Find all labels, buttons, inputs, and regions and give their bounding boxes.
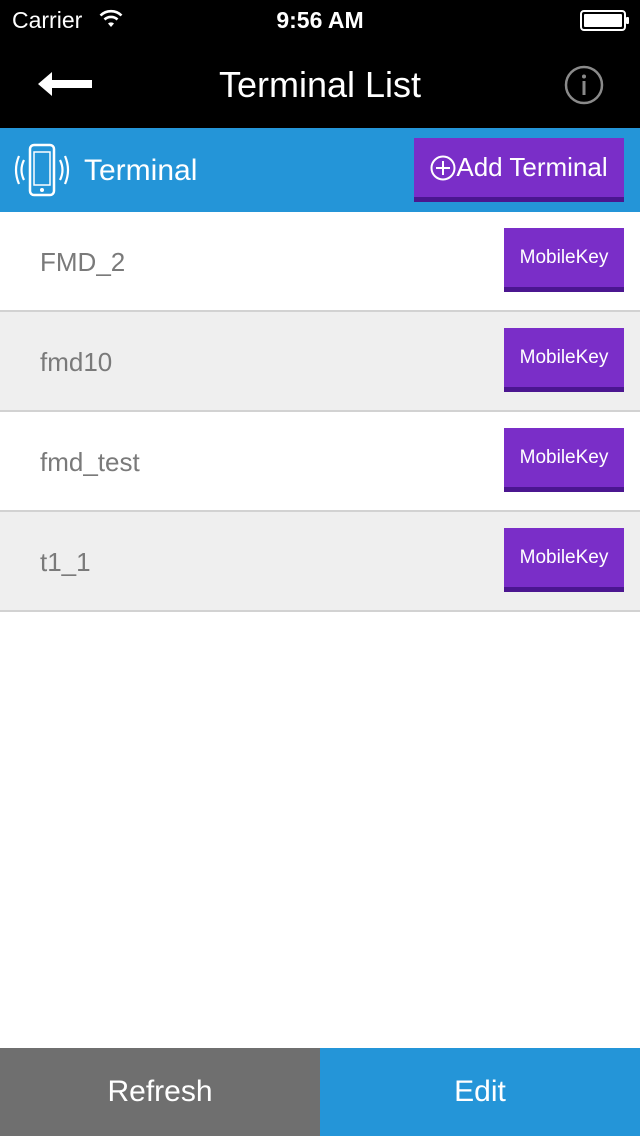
terminal-name: fmd10 <box>40 347 113 377</box>
terminal-row[interactable]: fmd10 MobileKey <box>0 312 640 412</box>
terminal-row[interactable]: t1_1 MobileKey <box>0 512 640 612</box>
terminal-row[interactable]: FMD_2 MobileKey <box>0 212 640 312</box>
mobilekey-button[interactable]: MobileKey <box>504 428 624 492</box>
add-terminal-label: Add Terminal <box>456 152 608 182</box>
mobilekey-button[interactable]: MobileKey <box>504 528 624 592</box>
info-icon[interactable] <box>564 65 604 105</box>
navigation-bar: Terminal List <box>0 40 640 128</box>
terminal-row[interactable]: fmd_test MobileKey <box>0 412 640 512</box>
page-title: Terminal List <box>218 64 422 105</box>
status-bar: Carrier 9:56 AM <box>0 0 640 40</box>
terminal-name: fmd_test <box>40 447 140 477</box>
refresh-button[interactable]: Refresh <box>0 1048 320 1136</box>
terminal-name: FMD_2 <box>40 247 126 277</box>
mobilekey-button[interactable]: MobileKey <box>504 228 624 292</box>
terminal-name: t1_1 <box>40 547 91 577</box>
vibrating-phone-icon <box>14 143 70 197</box>
mobilekey-button[interactable]: MobileKey <box>504 328 624 392</box>
section-title: Terminal <box>84 154 198 187</box>
bottom-toolbar: Refresh Edit <box>0 1048 640 1136</box>
status-time: 9:56 AM <box>276 7 364 33</box>
plus-circle-icon <box>430 155 456 180</box>
add-terminal-button[interactable]: Add Terminal <box>414 138 624 202</box>
screen: Carrier 9:56 AM Terminal List Terminal A… <box>0 0 640 1136</box>
terminal-list: FMD_2 MobileKey fmd10 MobileKey fmd_test… <box>0 212 640 612</box>
edit-button[interactable]: Edit <box>320 1048 640 1136</box>
battery-icon <box>580 10 629 31</box>
